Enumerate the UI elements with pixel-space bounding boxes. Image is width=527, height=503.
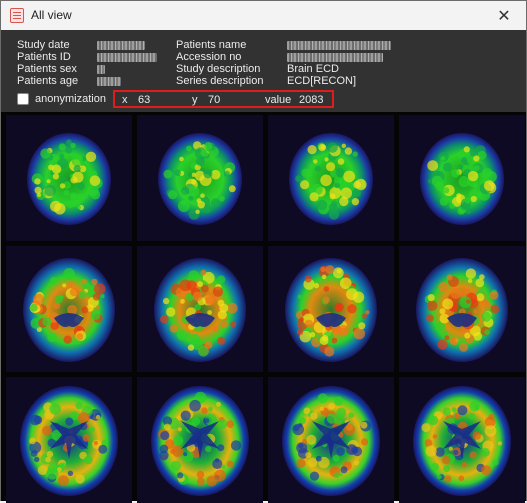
slice-thumbnail[interactable] (268, 246, 394, 372)
slice-thumbnail[interactable] (6, 246, 132, 372)
patients-name-value (287, 39, 391, 51)
patients-id-label: Patients ID (17, 51, 71, 63)
all-view-window: All view ✕ Study date Patients ID Patien… (0, 0, 527, 503)
window-title: All view (31, 8, 72, 22)
close-button[interactable]: ✕ (482, 1, 526, 30)
slice-thumbnail[interactable] (137, 377, 263, 503)
series-description-label: Series description (176, 75, 264, 87)
series-description-value: ECD[RECON] (287, 75, 357, 87)
slice-thumbnail[interactable] (399, 246, 525, 372)
value-label: value (265, 94, 292, 106)
accession-no-label: Accession no (176, 51, 242, 63)
patients-name-label: Patients name (176, 39, 247, 51)
x-value: 63 (138, 94, 151, 106)
slice-grid (1, 112, 526, 503)
patients-age-label: Patients age (17, 75, 79, 87)
slice-thumbnail[interactable] (268, 377, 394, 503)
title-bar[interactable]: All view ✕ (1, 1, 526, 30)
study-date-value (97, 39, 145, 51)
dicom-info-panel: Study date Patients ID Patients sex Pati… (1, 30, 526, 112)
study-date-label: Study date (17, 39, 70, 51)
anonymization-checkbox[interactable] (17, 93, 29, 105)
slice-thumbnail[interactable] (268, 115, 394, 241)
patients-id-value (97, 51, 157, 63)
value-value: 2083 (299, 94, 324, 106)
cursor-readout: x 63 y 70 value 2083 (113, 90, 334, 108)
slice-thumbnail[interactable] (6, 377, 132, 503)
study-description-value: Brain ECD (287, 63, 339, 75)
slice-thumbnail[interactable] (399, 377, 525, 503)
slice-thumbnail[interactable] (137, 246, 263, 372)
y-value: 70 (208, 94, 221, 106)
study-description-label: Study description (176, 63, 261, 75)
patients-age-value (97, 75, 121, 87)
patients-sex-value (97, 63, 105, 75)
patients-sex-label: Patients sex (17, 63, 77, 75)
app-icon (10, 8, 24, 23)
x-label: x (122, 94, 128, 106)
y-label: y (192, 94, 198, 106)
slice-thumbnail[interactable] (6, 115, 132, 241)
slice-thumbnail[interactable] (399, 115, 525, 241)
accession-no-value (287, 51, 383, 63)
slice-thumbnail[interactable] (137, 115, 263, 241)
anonymization-label: anonymization (35, 93, 106, 105)
